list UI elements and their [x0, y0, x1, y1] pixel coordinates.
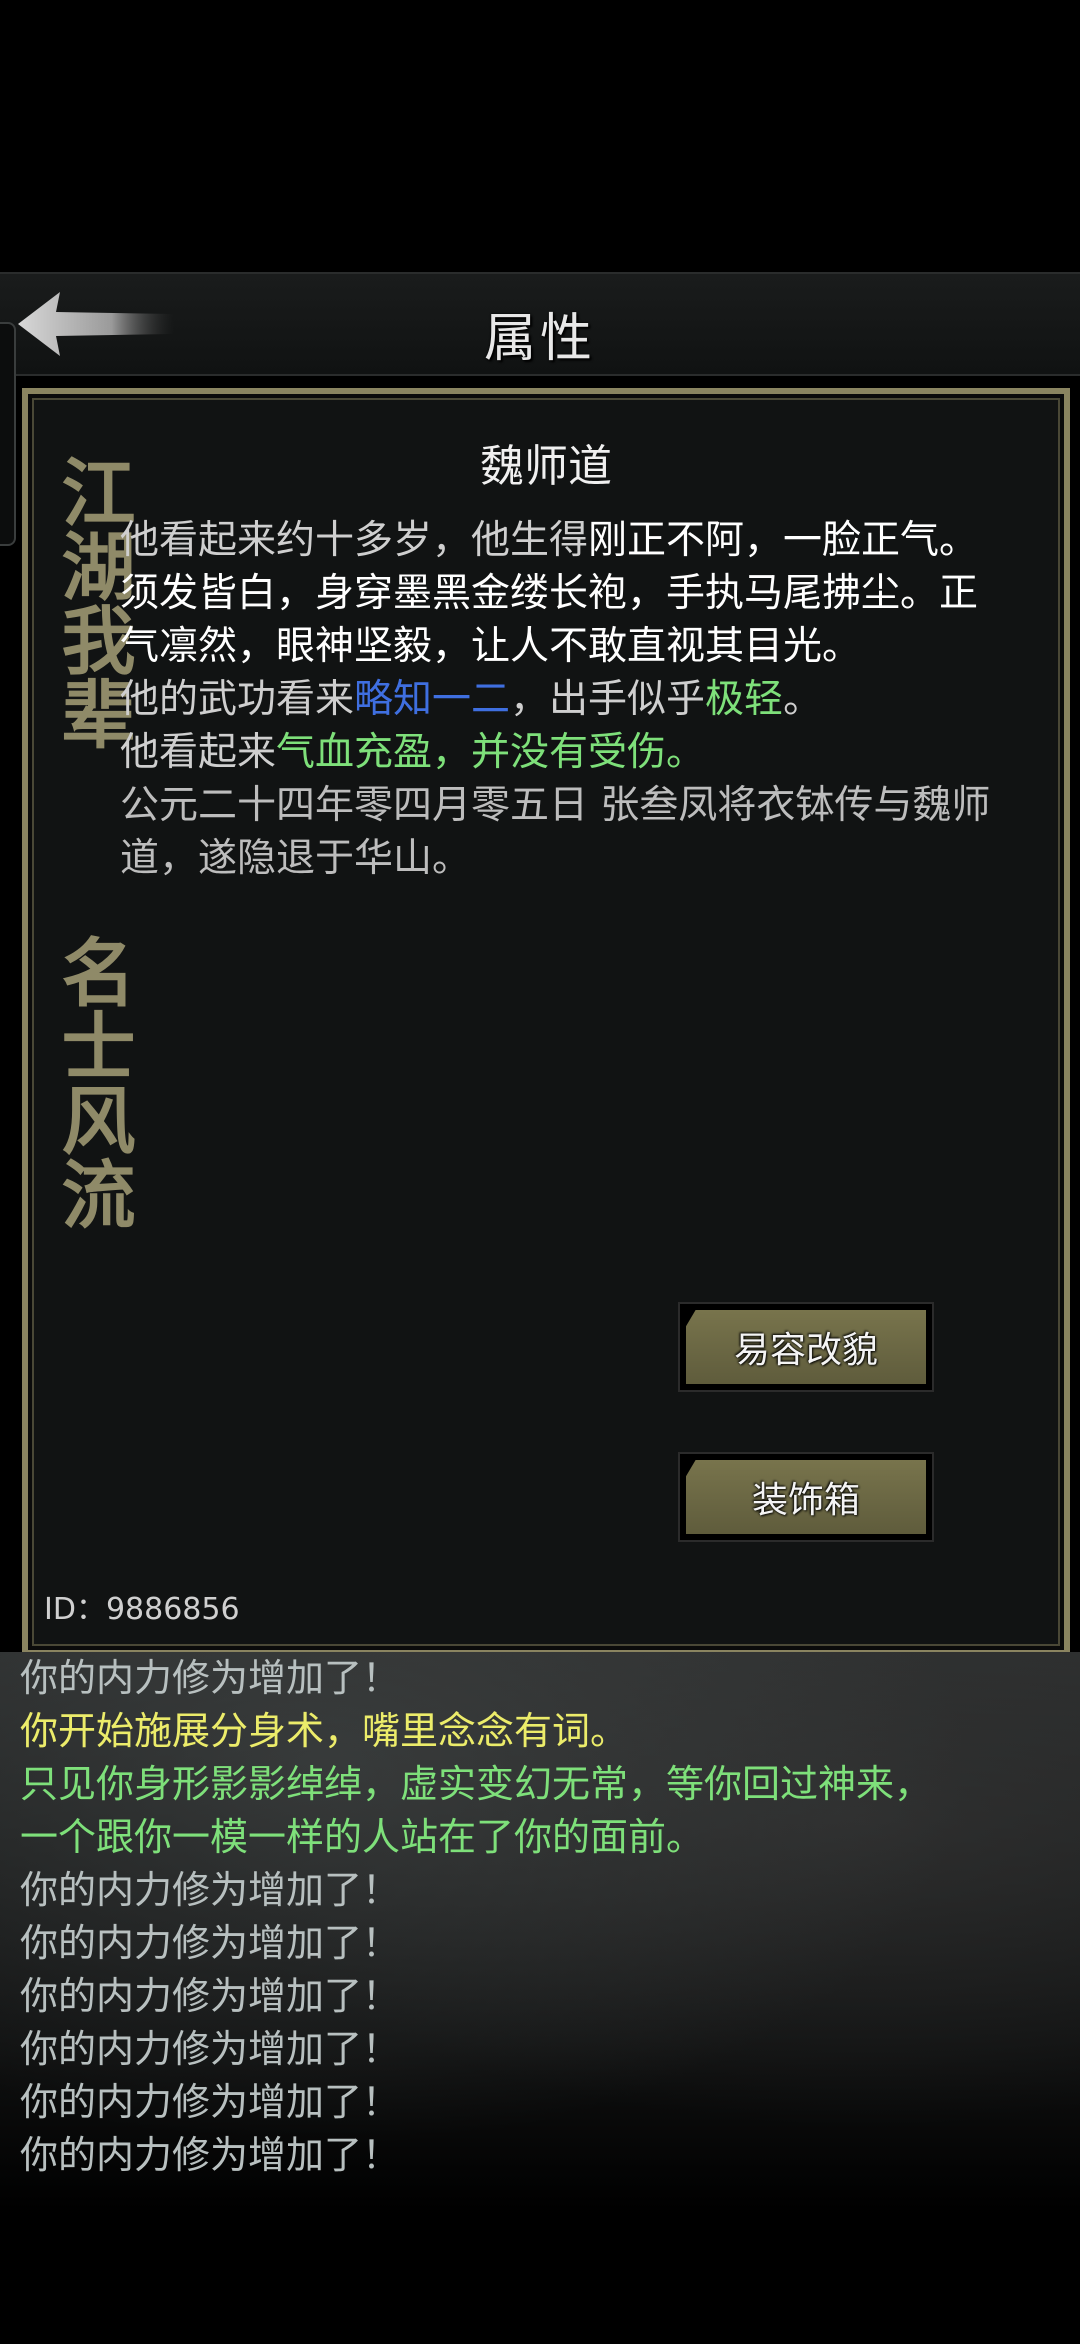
description-health: 他看起来气血充盈，并没有受伤。	[120, 726, 1000, 779]
martial-speed: 极轻	[705, 677, 784, 722]
log-line: 你的内力修为增加了！	[20, 1921, 401, 1965]
martial-end: 。	[783, 677, 823, 722]
side-drawer-handle[interactable]	[0, 322, 16, 546]
appearance-prefix: 他看起来约十多岁，他生得	[120, 518, 589, 563]
page-title: 属性	[483, 309, 596, 369]
log-line: 你的内力修为增加了！	[20, 2027, 401, 2071]
log-line: 你的内力修为增加了！	[20, 2080, 401, 2124]
martial-level: 略知一二	[354, 677, 511, 722]
decoration-box-label: 装饰箱	[686, 1460, 926, 1534]
log-line: 你的内力修为增加了！	[20, 1974, 401, 2018]
description-history: 公元二十四年零四月零五日 张叁凤将衣钵传与魏师道，遂隐退于华山。	[120, 783, 991, 881]
header-bar: 属性	[0, 272, 1080, 376]
character-name: 魏师道	[480, 441, 612, 492]
message-log[interactable]: 你的内力修为增加了！ 你开始施展分身术，嘴里念念有词。 只见你身形影影绰绰，虚实…	[0, 1652, 1080, 2212]
health-prefix: 他看起来	[120, 730, 277, 775]
description-appearance: 他看起来约十多岁，他生得刚正不阿，一脸正气。须发皆白，身穿墨黑金缕长袍，手执马尾…	[120, 514, 1000, 673]
appearance-change-button[interactable]: 易容改貌	[678, 1302, 934, 1392]
description-martial: 他的武功看来略知一二，出手似乎极轻。	[120, 673, 1000, 726]
decoration-box-button[interactable]: 装饰箱	[678, 1452, 934, 1542]
log-line: 只见你身形影影绰绰，虚实变幻无常，等你回过神来，	[20, 1762, 933, 1806]
log-line: 你的内力修为增加了！	[20, 1868, 401, 1912]
log-line: 你开始施展分身术，嘴里念念有词。	[20, 1709, 629, 1753]
player-id: ID：9886856	[44, 1592, 240, 1627]
attribute-panel: 江湖我辈 名士风流 魏师道 他看起来约十多岁，他生得刚正不阿，一脸正气。须发皆白…	[22, 388, 1070, 1656]
martial-prefix: 他的武功看来	[120, 677, 355, 722]
health-status: 气血充盈，并没有受伤。	[276, 730, 706, 775]
log-line: 一个跟你一模一样的人站在了你的面前。	[20, 1815, 705, 1859]
calligraphy-bottom: 名士风流	[49, 934, 135, 1230]
martial-mid: ，出手似乎	[510, 677, 706, 722]
log-line: 你的内力修为增加了！	[20, 1656, 401, 1700]
character-description: 他看起来约十多岁，他生得刚正不阿，一脸正气。须发皆白，身穿墨黑金缕长袍，手执马尾…	[120, 514, 1000, 885]
log-line: 你的内力修为增加了！	[20, 2133, 401, 2177]
appearance-change-label: 易容改貌	[686, 1310, 926, 1384]
